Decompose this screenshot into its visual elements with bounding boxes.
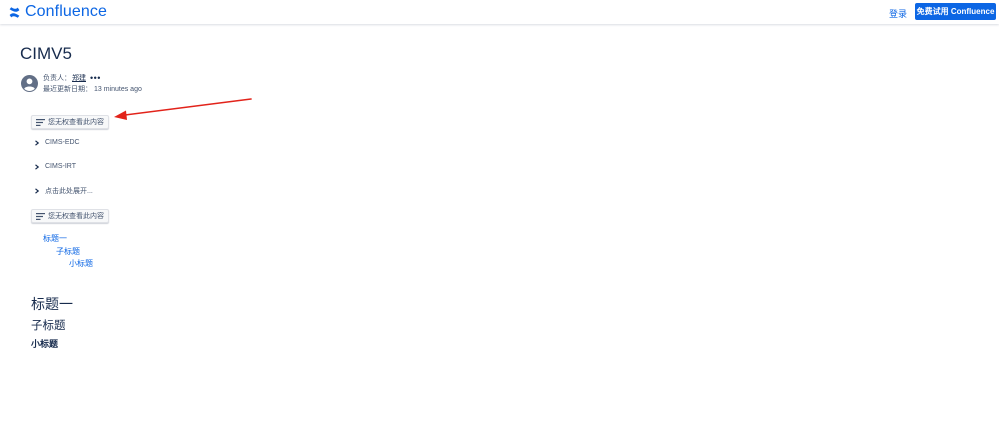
restricted-content-text: 您无权查看此内容 <box>48 119 104 126</box>
login-link[interactable]: 登录 <box>889 7 907 20</box>
chevron-right-icon <box>35 139 40 146</box>
annotation-arrow <box>114 98 252 120</box>
heading-level-2: 子标题 <box>31 320 66 332</box>
owner-name-link[interactable]: 郑建 <box>72 73 86 83</box>
owner-label: 负责人： <box>43 75 71 82</box>
toc-link-small-heading[interactable]: 小标题 <box>69 258 93 269</box>
confluence-logo[interactable]: Confluence <box>8 3 107 21</box>
free-trial-button[interactable]: 免费试用 Confluence <box>915 3 996 20</box>
restricted-content-icon <box>36 212 45 220</box>
restricted-content-text: 您无权查看此内容 <box>48 213 104 220</box>
heading-level-1: 标题一 <box>31 296 73 312</box>
byline-last-updated: 最近更新日期： 13 minutes ago <box>43 84 142 94</box>
confluence-logo-icon <box>9 6 20 18</box>
expand-cims-irt[interactable]: CIMS-IRT <box>34 163 76 170</box>
expand-label: CIMS-EDC <box>45 139 80 146</box>
user-avatar-icon[interactable] <box>21 75 38 92</box>
expand-cims-edc[interactable]: CIMS-EDC <box>34 139 80 146</box>
top-navigation-bar: Confluence 登录 免费试用 Confluence <box>0 0 999 24</box>
toc-link-subheading[interactable]: 子标题 <box>56 246 80 257</box>
heading-level-3: 小标题 <box>31 339 59 349</box>
chevron-right-icon <box>35 188 40 194</box>
more-horizontal-icon[interactable]: ••• <box>90 74 101 83</box>
toc-link-heading-1[interactable]: 标题一 <box>43 233 67 244</box>
page-title: CIMV5 <box>20 44 72 63</box>
expand-label: CIMS-IRT <box>45 163 76 170</box>
updated-label: 最近更新日期： <box>43 86 92 93</box>
restricted-content-notice: 您无权查看此内容 <box>31 115 109 129</box>
restricted-content-icon <box>36 118 45 126</box>
restricted-content-notice: 您无权查看此内容 <box>31 209 109 223</box>
byline-owner: 负责人： 郑建 ••• <box>43 73 101 83</box>
expand-click-here[interactable]: 点击此处展开... <box>34 186 93 196</box>
chevron-right-icon <box>35 163 40 170</box>
expand-label: 点击此处展开... <box>45 188 93 195</box>
updated-value: 13 minutes ago <box>94 86 142 93</box>
logo-text: Confluence <box>25 3 107 20</box>
